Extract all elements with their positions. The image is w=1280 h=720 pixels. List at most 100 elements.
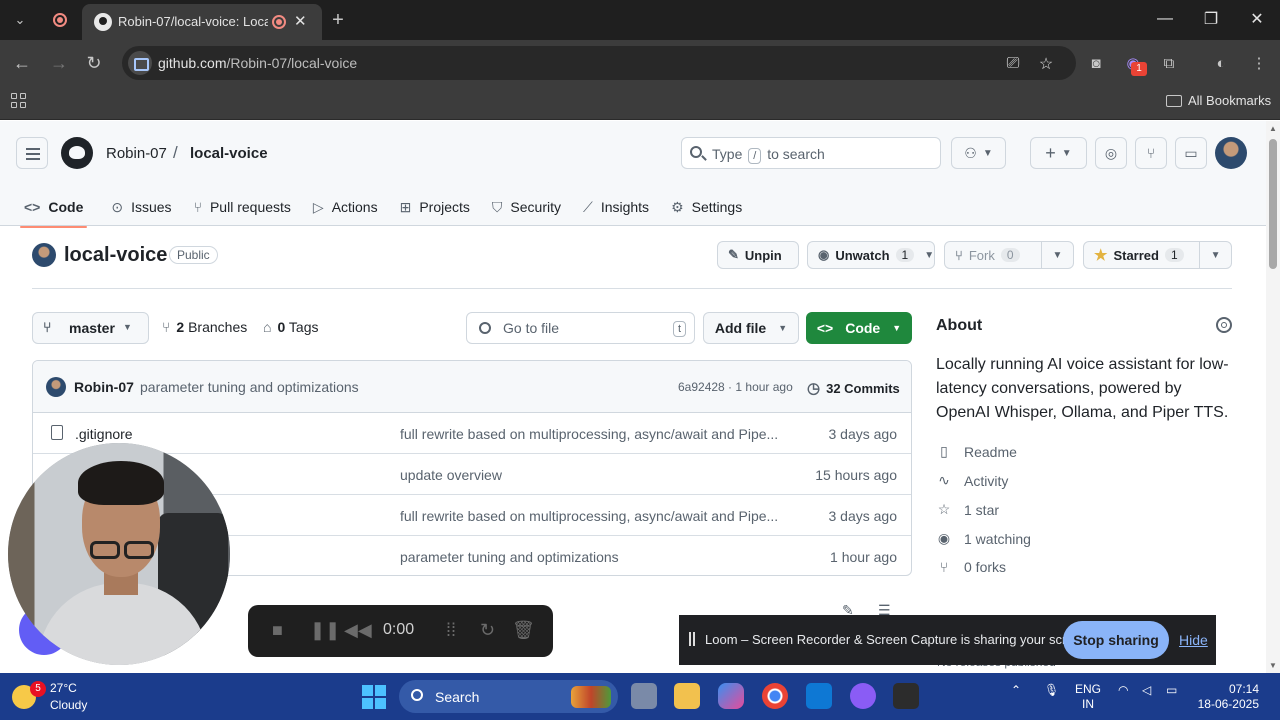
branches-link[interactable]: ⑂ 2 Branches xyxy=(162,319,247,335)
commit-author-avatar[interactable] xyxy=(46,377,66,397)
copilot-app-icon[interactable] xyxy=(718,683,744,709)
activity-link[interactable]: ∿ Activity xyxy=(936,472,1008,489)
gear-icon[interactable] xyxy=(1216,317,1232,333)
chevron-down-icon[interactable]: ▼ xyxy=(924,250,934,261)
breadcrumb-repo[interactable]: local-voice xyxy=(190,145,268,162)
issues-button[interactable]: ◎ xyxy=(1095,137,1127,169)
new-tab-icon[interactable]: + xyxy=(326,8,350,32)
extensions-puzzle-icon[interactable]: ⧉ xyxy=(1158,52,1180,74)
tab-actions[interactable]: ▷ Actions xyxy=(305,187,392,227)
global-search-input[interactable]: Type / to search xyxy=(681,137,941,169)
tab-projects[interactable]: ⊞ Projects xyxy=(392,187,484,227)
grid-icon[interactable]: ⁞⁞ xyxy=(446,620,456,641)
start-windows-icon[interactable] xyxy=(362,685,386,709)
tab-insights[interactable]: ⟋ Insights xyxy=(575,187,663,227)
vscode-icon[interactable] xyxy=(806,683,832,709)
fork-dropdown-icon[interactable]: ▼ xyxy=(1041,242,1073,268)
file-explorer-icon[interactable] xyxy=(674,683,700,709)
commit-author[interactable]: Robin-07 xyxy=(74,379,134,395)
system-clock[interactable]: 07:14 18-06-2025 xyxy=(1195,682,1259,712)
stars-link[interactable]: ☆ 1 star xyxy=(936,501,999,518)
pause-icon[interactable]: ❚❚ xyxy=(310,620,340,641)
commit-sha-value[interactable]: 6a92428 xyxy=(678,380,725,394)
scroll-down-icon[interactable]: ▼ xyxy=(1268,661,1278,670)
tab-code[interactable]: <> Code xyxy=(16,187,97,228)
repo-owner-avatar[interactable] xyxy=(32,243,56,267)
file-name[interactable]: .gitignore xyxy=(75,426,133,442)
tags-link[interactable]: ⌂ 0 Tags xyxy=(263,319,318,335)
camera-extension-icon[interactable]: ◙ xyxy=(1085,52,1107,74)
chevron-up-icon[interactable]: ⌃ xyxy=(1011,683,1021,697)
hide-link[interactable]: Hide xyxy=(1179,632,1208,648)
tab-settings[interactable]: ⚙ Settings xyxy=(663,187,756,227)
tab-pull-requests[interactable]: ⑂ Pull requests xyxy=(186,187,305,227)
fork-button[interactable]: ⑂ Fork 0 ▼ xyxy=(944,241,1074,269)
restart-icon[interactable]: ↻ xyxy=(480,620,495,641)
github-logo-icon[interactable] xyxy=(61,137,93,169)
install-app-icon[interactable]: ⎚ xyxy=(1002,53,1024,75)
bookmark-star-icon[interactable]: ☆ xyxy=(1035,53,1057,75)
profile-icon[interactable]: ◐ xyxy=(1210,52,1232,74)
address-bar[interactable]: github.com/Robin-07/local-voice ⎚ ☆ xyxy=(122,46,1076,80)
scroll-up-icon[interactable]: ▲ xyxy=(1268,124,1278,133)
copilot-button[interactable]: ⚇ ▼ xyxy=(951,137,1006,169)
page-scrollbar[interactable]: ▲ ▼ xyxy=(1266,121,1280,673)
battery-icon[interactable]: ▭ xyxy=(1166,683,1177,697)
terminal-icon[interactable] xyxy=(893,683,919,709)
star-dropdown-icon[interactable]: ▼ xyxy=(1199,242,1231,268)
microphone-icon[interactable]: 🎙 xyxy=(1044,683,1059,697)
tab-search-chevron-icon[interactable]: ⌄ xyxy=(8,8,32,32)
code-button[interactable]: <> Code ▼ xyxy=(806,312,912,344)
user-avatar[interactable] xyxy=(1215,137,1247,169)
add-file-button[interactable]: Add file ▼ xyxy=(703,312,799,344)
branch-selector[interactable]: ⑂ master ▼ xyxy=(32,312,149,344)
file-commit-message[interactable]: parameter tuning and optimizations xyxy=(400,549,619,565)
task-view-icon[interactable] xyxy=(631,683,657,709)
browser-tab-active[interactable]: Robin-07/local-voice: Locall ✕ xyxy=(82,4,322,40)
file-commit-message[interactable]: full rewrite based on multiprocessing, a… xyxy=(400,426,778,442)
watching-link[interactable]: ◉ 1 watching xyxy=(936,530,1031,547)
global-menu-icon[interactable] xyxy=(16,137,48,169)
unwatch-button[interactable]: ◉ Unwatch 1 ▼ xyxy=(807,241,935,269)
unpin-button[interactable]: ✎ Unpin xyxy=(717,241,799,269)
all-bookmarks-button[interactable]: All Bookmarks xyxy=(1166,93,1271,108)
window-close-icon[interactable]: ✕ xyxy=(1242,6,1272,32)
site-info-icon[interactable] xyxy=(128,51,152,75)
wifi-icon[interactable]: ◠ xyxy=(1118,683,1128,697)
repo-name[interactable]: local-voice xyxy=(64,244,167,267)
stop-sharing-button[interactable]: Stop sharing xyxy=(1063,621,1169,659)
reload-icon[interactable]: ↻ xyxy=(82,51,106,75)
obsidian-icon[interactable] xyxy=(850,683,876,709)
minimize-icon[interactable]: — xyxy=(1150,6,1180,32)
forward-icon[interactable]: → xyxy=(47,51,71,75)
tab-close-icon[interactable]: ✕ xyxy=(294,12,307,30)
readme-link[interactable]: ▯ Readme xyxy=(936,443,1017,460)
breadcrumb-owner[interactable]: Robin-07 xyxy=(106,145,167,162)
language-indicator[interactable]: ENG IN xyxy=(1075,682,1101,712)
chrome-icon[interactable] xyxy=(762,683,788,709)
inbox-button[interactable]: ▭ xyxy=(1175,137,1207,169)
weather-widget[interactable]: 5 27°C Cloudy xyxy=(12,679,132,715)
forks-link[interactable]: ⑂ 0 forks xyxy=(936,559,1006,575)
taskbar-search[interactable]: Search xyxy=(399,680,618,713)
apps-grid-icon[interactable] xyxy=(11,93,29,111)
tab-issues[interactable]: ⊙ Issues xyxy=(103,187,185,227)
browser-menu-icon[interactable]: ⋮ xyxy=(1248,52,1270,74)
scrollbar-thumb[interactable] xyxy=(1269,139,1277,269)
starred-button[interactable]: ★ Starred 1 ▼ xyxy=(1083,241,1232,269)
back-icon[interactable]: ← xyxy=(10,51,34,75)
restore-icon[interactable]: ❐ xyxy=(1196,6,1226,32)
file-commit-message[interactable]: full rewrite based on multiprocessing, a… xyxy=(400,508,778,524)
webcam-bubble[interactable] xyxy=(8,443,230,665)
file-commit-message[interactable]: update overview xyxy=(400,467,502,483)
rewind-icon[interactable]: ◀◀ xyxy=(344,620,372,641)
trash-icon[interactable]: 🗑 xyxy=(512,620,535,641)
go-to-file-input[interactable]: Go to file t xyxy=(466,312,695,344)
volume-icon[interactable]: ◁ xyxy=(1142,683,1151,697)
pull-requests-button[interactable]: ⑂ xyxy=(1135,137,1167,169)
commit-message[interactable]: parameter tuning and optimizations xyxy=(140,379,359,395)
tab-security[interactable]: ⛉ Security xyxy=(484,187,575,227)
create-new-button[interactable]: + ▼ xyxy=(1030,137,1087,169)
stop-icon[interactable]: ■ xyxy=(272,620,283,641)
commits-link[interactable]: ◷ 32 Commits xyxy=(807,379,900,397)
